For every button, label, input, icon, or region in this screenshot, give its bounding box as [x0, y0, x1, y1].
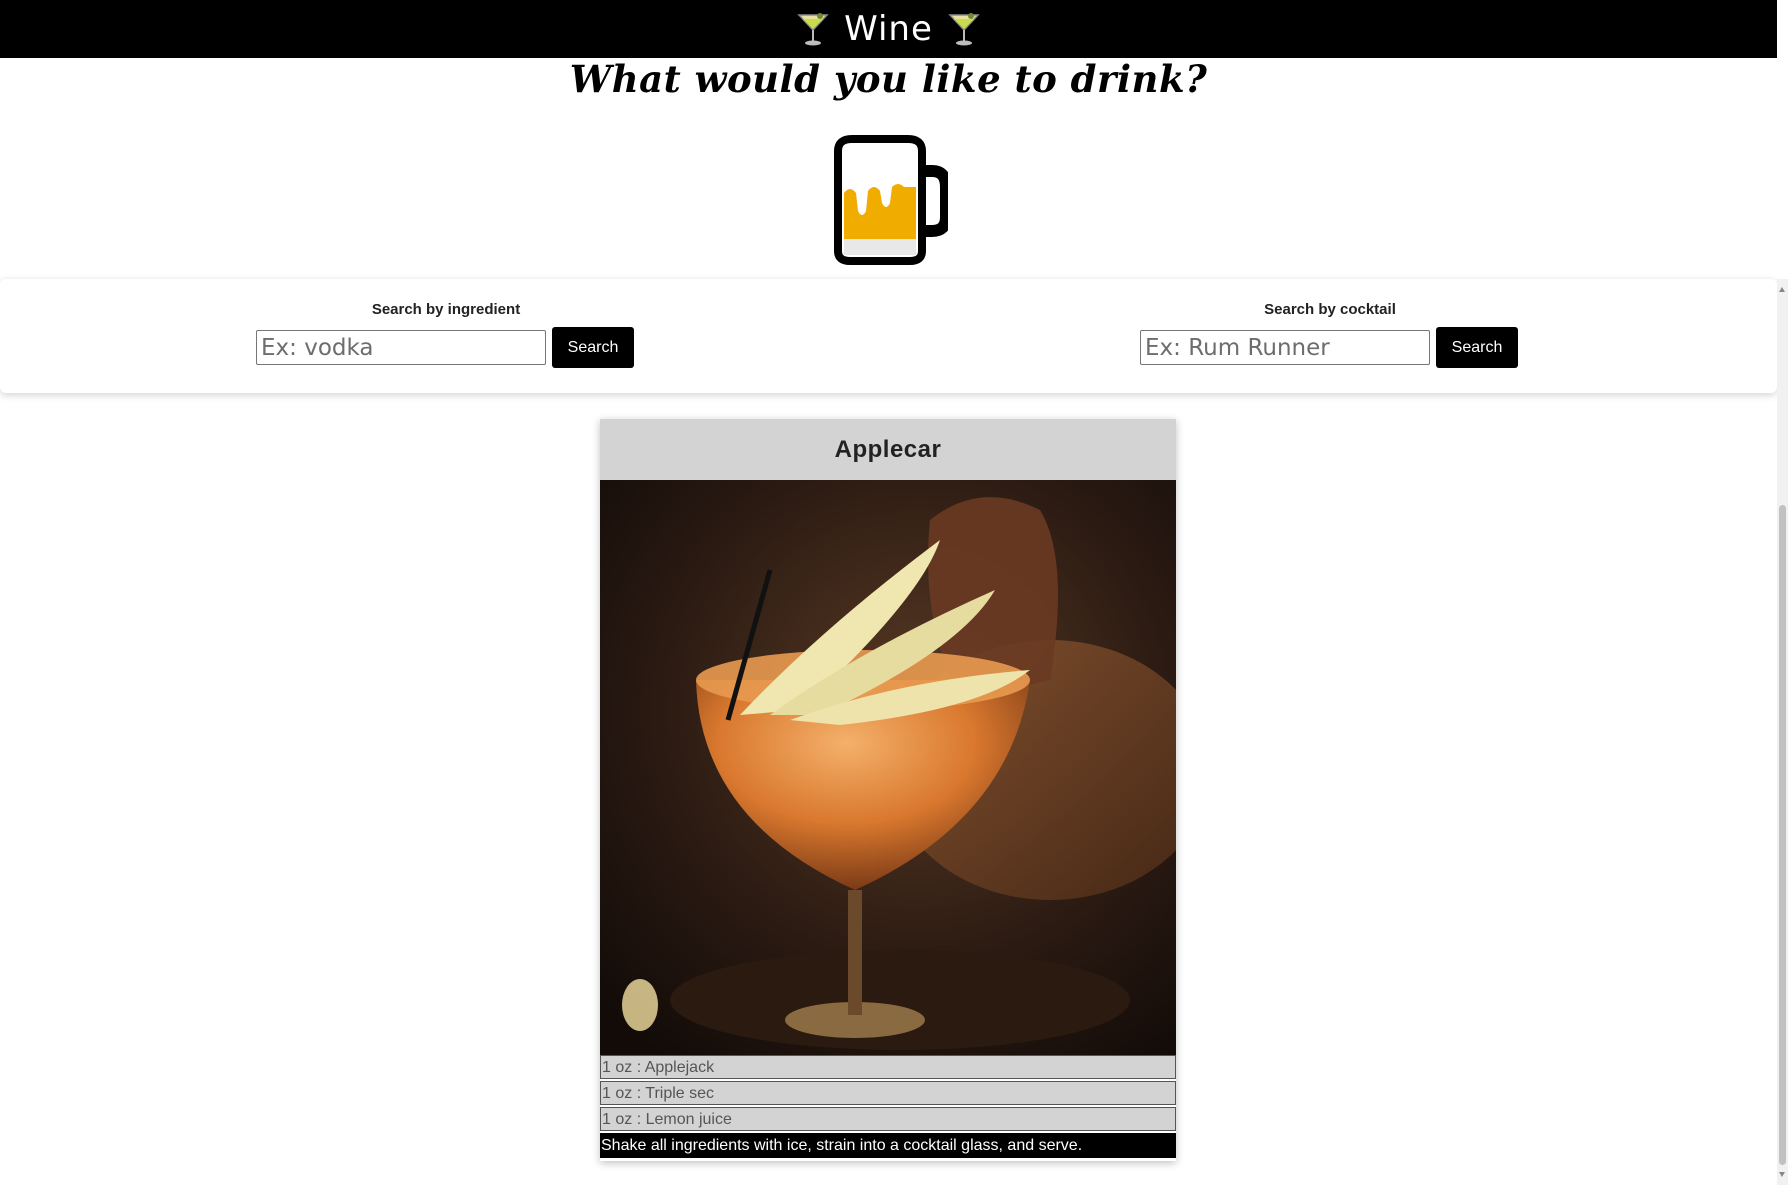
scroll-down-arrow-icon[interactable]	[1779, 1172, 1785, 1177]
cocktail-card: Applecar 1 oz: Applejack 1 oz: Triple …	[600, 419, 1176, 1161]
ingredient-item: 1 oz : Triple sec	[600, 1081, 1176, 1105]
page: Wine What would you like to drink? Searc…	[0, 0, 1777, 1185]
cocktail-search-row: Search	[1140, 327, 1520, 368]
ingredient-search-group: Search by ingredient Search	[256, 301, 636, 368]
ingredient-search-row: Search	[256, 327, 636, 368]
beer-mug-icon	[834, 135, 948, 265]
cocktail-instructions: Shake all ingredients with ice, strain i…	[600, 1133, 1176, 1158]
cocktail-search-input[interactable]	[1140, 330, 1430, 365]
app-title: Wine	[844, 9, 933, 49]
cocktail-search-button[interactable]: Search	[1436, 327, 1518, 368]
ingredient-search-button[interactable]: Search	[552, 327, 634, 368]
cocktail-search-label: Search by cocktail	[1264, 301, 1396, 318]
cocktail-image	[600, 480, 1176, 1055]
cocktail-glass-icon	[797, 13, 829, 46]
ingredient-search-label: Search by ingredient	[371, 301, 521, 318]
cocktail-glass-icon	[948, 13, 980, 46]
page-scrollbar[interactable]	[1777, 279, 1788, 1185]
ingredient-search-input[interactable]	[256, 330, 546, 365]
page-headline: What would you like to drink?	[569, 57, 1208, 101]
ingredient-item: 1 oz : Applejack	[600, 1055, 1176, 1079]
navbar: Wine	[0, 0, 1777, 58]
cocktail-name: Applecar	[600, 419, 1176, 480]
cocktail-search-group: Search by cocktail Search	[1140, 301, 1520, 368]
scrollbar-thumb[interactable]	[1779, 505, 1786, 1165]
scroll-up-arrow-icon[interactable]	[1779, 287, 1785, 292]
ingredient-item: 1 oz : Lemon juice	[600, 1107, 1176, 1131]
search-panel: Search by ingredient Search Search by co…	[0, 279, 1777, 393]
